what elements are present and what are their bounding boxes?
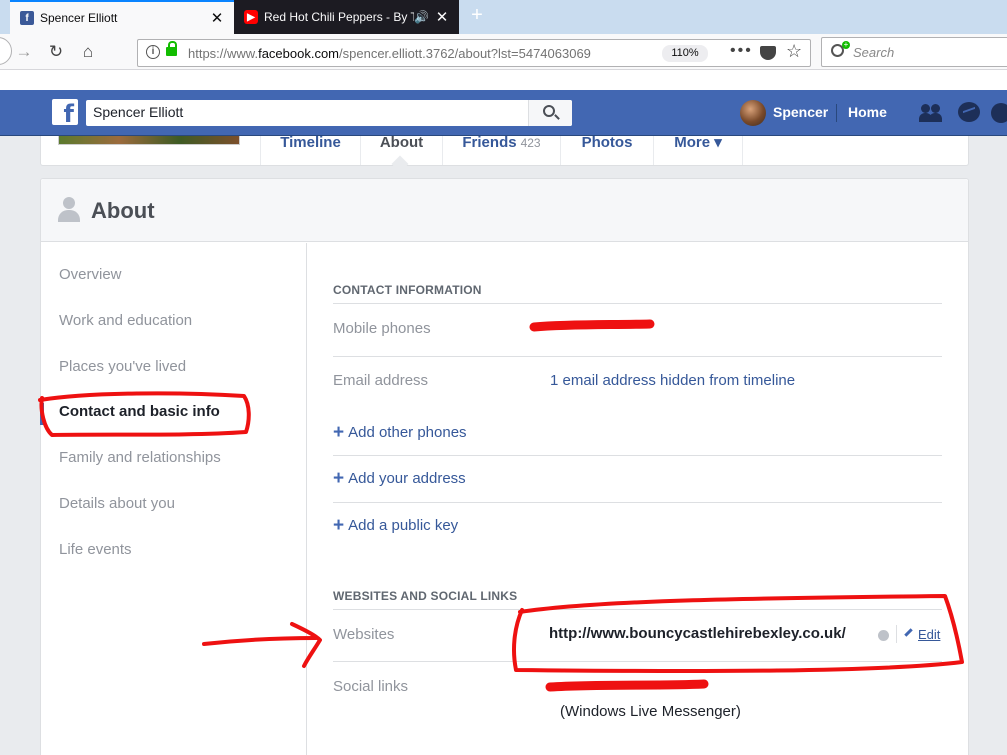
add-search-engine-icon: + — [842, 40, 850, 49]
tab-photos[interactable]: Photos — [560, 135, 653, 165]
search-value: Spencer Elliott — [93, 104, 184, 120]
plus-icon: + — [333, 422, 345, 443]
add-public-key-link[interactable]: + Add a public key — [333, 515, 458, 537]
url-text[interactable]: https://www.facebook.com/spencer.elliott… — [188, 46, 658, 61]
sidebar-item-places[interactable]: Places you've lived — [59, 358, 186, 375]
messenger-icon[interactable] — [957, 101, 981, 125]
privacy-globe-icon[interactable] — [878, 630, 889, 641]
youtube-icon: ▶ — [244, 10, 258, 24]
tab-friends[interactable]: Friends 423 — [442, 135, 560, 165]
profile-link[interactable]: Spencer — [773, 104, 828, 120]
sidebar-item-contact-basic-info[interactable]: Contact and basic info — [59, 403, 220, 420]
plus-icon: + — [333, 515, 345, 536]
facebook-search-input[interactable]: Spencer Elliott — [86, 100, 572, 126]
sidebar-item-family[interactable]: Family and relationships — [59, 449, 221, 466]
facebook-logo[interactable]: f — [52, 99, 78, 125]
about-header: About — [41, 179, 968, 242]
page-actions-icon[interactable]: ••• — [730, 42, 753, 60]
plus-icon: + — [333, 468, 345, 489]
friend-requests-icon[interactable] — [919, 101, 943, 125]
facebook-top-bar: f Spencer Elliott Spencer Home — [0, 90, 1007, 136]
page-top-strip — [0, 70, 1007, 90]
websites-label: Websites — [333, 626, 395, 643]
active-item-indicator — [40, 403, 44, 425]
tab-timeline[interactable]: Timeline — [260, 135, 360, 165]
divider — [896, 625, 897, 643]
add-address-link[interactable]: + Add your address — [333, 468, 466, 490]
info-icon[interactable]: i — [146, 45, 160, 59]
person-icon — [58, 197, 80, 223]
contact-section-heading: CONTACT INFORMATION — [333, 283, 482, 297]
avatar[interactable] — [740, 100, 766, 126]
divider — [333, 455, 942, 456]
divider — [333, 356, 942, 357]
forward-icon[interactable]: → — [12, 40, 36, 64]
email-value-link[interactable]: 1 email address hidden from timeline — [550, 372, 795, 389]
bookmark-star-icon[interactable]: ☆ — [786, 41, 802, 62]
sidebar-item-overview[interactable]: Overview — [59, 266, 122, 283]
facebook-icon: f — [20, 11, 34, 25]
close-tab-icon[interactable]: ✕ — [208, 9, 226, 27]
tab-more[interactable]: More ▾ — [653, 135, 743, 165]
about-sidebar: Overview Work and education Places you'v… — [40, 243, 307, 755]
search-icon-handle — [554, 114, 560, 120]
search-button[interactable] — [528, 100, 572, 126]
lock-icon — [166, 41, 177, 56]
sidebar-item-life-events[interactable]: Life events — [59, 541, 132, 558]
divider — [836, 104, 837, 122]
tab-spencer-elliott[interactable]: f Spencer Elliott ✕ — [10, 0, 234, 34]
cover-photo-thumbnail[interactable] — [58, 136, 240, 145]
mobile-phones-label: Mobile phones — [333, 320, 431, 337]
sidebar-item-work-education[interactable]: Work and education — [59, 312, 192, 329]
close-tab-icon[interactable]: ✕ — [433, 8, 451, 26]
edit-website-link[interactable]: Edit — [903, 627, 940, 642]
friends-count: 423 — [520, 136, 541, 150]
tab-title: Red Hot Chili Peppers - By The — [264, 10, 414, 24]
divider — [333, 502, 942, 503]
search-placeholder: Search — [853, 45, 895, 60]
new-tab-button[interactable]: + — [466, 4, 488, 27]
back-button[interactable] — [0, 37, 12, 65]
add-other-phones-link[interactable]: + Add other phones — [333, 422, 467, 444]
divider — [333, 609, 942, 610]
home-link[interactable]: Home — [848, 104, 887, 120]
speaker-icon[interactable]: 🔊 — [414, 10, 429, 24]
browser-nav-bar: → ↻ ⌂ i https://www.facebook.com/spencer… — [0, 34, 1007, 70]
divider — [333, 303, 942, 304]
divider — [333, 661, 942, 662]
page-title: About — [91, 198, 155, 223]
pocket-icon[interactable] — [760, 46, 776, 60]
email-label: Email address — [333, 372, 429, 389]
social-link-type: (Windows Live Messenger) — [560, 703, 741, 720]
about-content: CONTACT INFORMATION Mobile phones Email … — [308, 243, 968, 755]
websites-section-heading: WEBSITES AND SOCIAL LINKS — [333, 589, 518, 603]
zoom-badge[interactable]: 110% — [662, 45, 708, 62]
website-value[interactable]: http://www.bouncycastlehirebexley.co.uk/ — [549, 625, 846, 642]
browser-search-bar[interactable]: + Search — [821, 37, 1007, 67]
reload-icon[interactable]: ↻ — [44, 40, 68, 64]
about-card: About Overview Work and education Places… — [40, 178, 969, 755]
browser-tab-strip: f Spencer Elliott ✕ ▶ Red Hot Chili Pepp… — [0, 0, 1007, 34]
social-links-label: Social links — [333, 678, 409, 695]
sidebar-item-details[interactable]: Details about you — [59, 495, 175, 512]
url-bar[interactable]: i https://www.facebook.com/spencer.ellio… — [137, 39, 811, 67]
tab-title: Spencer Elliott — [40, 11, 118, 25]
tab-red-hot-chili-peppers[interactable]: ▶ Red Hot Chili Peppers - By The 🔊 ✕ — [234, 0, 459, 34]
notifications-globe-icon[interactable] — [991, 101, 1007, 125]
home-icon[interactable]: ⌂ — [76, 40, 100, 64]
profile-tabs: Timeline About Friends 423 Photos More ▾ — [40, 135, 969, 173]
